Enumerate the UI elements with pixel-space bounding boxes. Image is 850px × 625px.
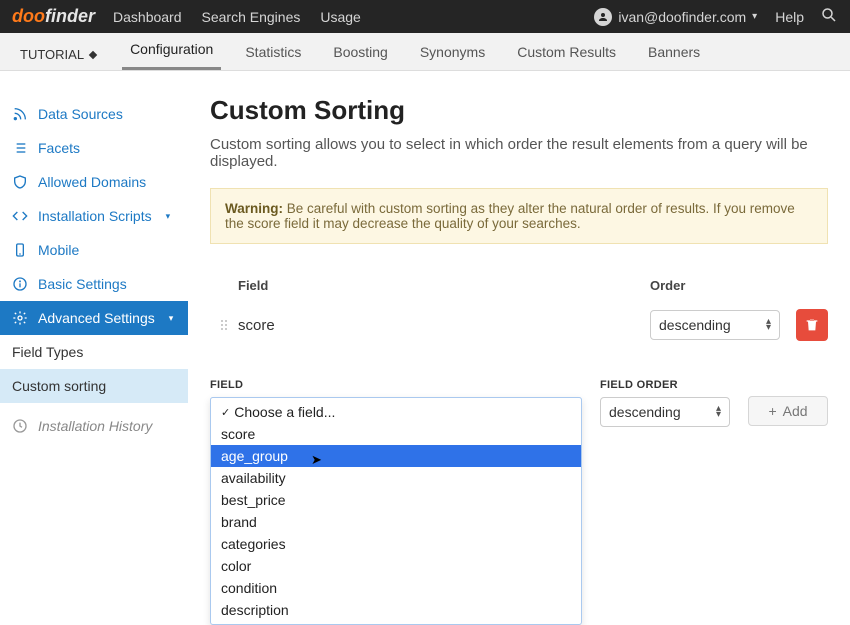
select-arrows-icon: ▴▾ <box>766 319 771 331</box>
drag-handle[interactable] <box>210 320 234 330</box>
chevron-down-icon: ▾ <box>169 313 174 324</box>
secondary-navbar: TUTORIAL Configuration Statistics Boosti… <box>0 33 850 71</box>
engine-selector[interactable]: TUTORIAL <box>12 39 104 70</box>
sidebar: Data Sources Facets Allowed Domains Inst… <box>0 71 188 443</box>
tab-configuration[interactable]: Configuration <box>122 31 221 70</box>
add-sort-form: FIELD Choose a field... score age_group … <box>210 379 828 427</box>
sidebar-item-label: Field Types <box>12 344 83 360</box>
warning-box: Warning: Be careful with custom sorting … <box>210 188 828 244</box>
tab-statistics[interactable]: Statistics <box>237 34 309 70</box>
shield-icon <box>12 174 28 190</box>
dropdown-option-description[interactable]: description <box>211 599 581 621</box>
delete-row-button[interactable] <box>796 309 828 341</box>
dropdown-option-age-group[interactable]: age_group <box>211 445 581 467</box>
field-label: FIELD <box>210 379 582 391</box>
sidebar-item-label: Custom sorting <box>12 378 106 394</box>
page-title: Custom Sorting <box>210 95 828 126</box>
tab-banners[interactable]: Banners <box>640 34 708 70</box>
sidebar-item-label: Advanced Settings <box>38 310 155 326</box>
sidebar-allowed-domains[interactable]: Allowed Domains <box>0 165 188 199</box>
sidebar-item-label: Mobile <box>38 242 79 258</box>
sidebar-item-label: Installation Scripts <box>38 208 152 224</box>
order-value: descending <box>609 404 681 420</box>
user-menu[interactable]: ivan@doofinder.com ▾ <box>594 8 757 26</box>
dropdown-option-brand[interactable]: brand <box>211 511 581 533</box>
sidebar-item-label: Allowed Domains <box>38 174 146 190</box>
dropdown-placeholder[interactable]: Choose a field... <box>211 401 581 423</box>
dropdown-option-color[interactable]: color <box>211 555 581 577</box>
diamond-icon <box>89 50 97 58</box>
dropdown-option-condition[interactable]: condition <box>211 577 581 599</box>
mobile-icon <box>12 242 28 258</box>
sidebar-sub-field-types[interactable]: Field Types <box>0 335 188 369</box>
sidebar-mobile[interactable]: Mobile <box>0 233 188 267</box>
row-order-value: descending <box>659 317 731 333</box>
sidebar-item-label: Facets <box>38 140 80 156</box>
field-dropdown-list: Choose a field... score age_group availa… <box>210 397 582 625</box>
order-select[interactable]: descending ▴▾ <box>600 397 730 427</box>
trash-icon <box>804 317 820 333</box>
field-dropdown[interactable]: Choose a field... score age_group availa… <box>210 397 582 427</box>
engine-name: TUTORIAL <box>20 47 84 62</box>
list-icon <box>12 140 28 156</box>
main-content: Custom Sorting Custom sorting allows you… <box>188 71 850 443</box>
chevron-down-icon: ▾ <box>752 11 757 22</box>
page-intro: Custom sorting allows you to select in w… <box>210 136 828 170</box>
brand-part-doo: doo <box>12 6 45 26</box>
row-order-select[interactable]: descending ▴▾ <box>650 310 780 340</box>
col-order-header: Order <box>650 278 780 293</box>
sidebar-item-label: Installation History <box>38 418 152 434</box>
row-field-value: score <box>234 317 650 334</box>
sidebar-item-label: Data Sources <box>38 106 123 122</box>
user-email: ivan@doofinder.com <box>618 9 746 25</box>
dropdown-option-score[interactable]: score <box>211 423 581 445</box>
sidebar-facets[interactable]: Facets <box>0 131 188 165</box>
chevron-down-icon: ▾ <box>166 211 171 222</box>
dropdown-option-availability[interactable]: availability <box>211 467 581 489</box>
sidebar-data-sources[interactable]: Data Sources <box>0 97 188 131</box>
code-icon <box>12 208 28 224</box>
search-icon[interactable] <box>820 6 838 27</box>
rss-icon <box>12 106 28 122</box>
brand-part-finder: finder <box>45 6 95 26</box>
sort-table-header: Field Order <box>210 270 828 301</box>
user-icon <box>594 8 612 26</box>
tab-synonyms[interactable]: Synonyms <box>412 34 493 70</box>
warning-text: Be careful with custom sorting as they a… <box>225 201 795 231</box>
col-field-header: Field <box>234 278 650 293</box>
warning-label: Warning: <box>225 201 283 216</box>
top-navbar: doofinder Dashboard Search Engines Usage… <box>0 0 850 33</box>
nav-dashboard[interactable]: Dashboard <box>113 9 182 25</box>
select-arrows-icon: ▴▾ <box>716 406 721 418</box>
tab-boosting[interactable]: Boosting <box>325 34 395 70</box>
clock-icon <box>12 418 28 434</box>
plus-icon: + <box>768 403 776 419</box>
sort-row: score descending ▴▾ <box>210 301 828 349</box>
add-button-label: Add <box>783 403 808 419</box>
dropdown-option-categories[interactable]: categories <box>211 533 581 555</box>
order-label: FIELD ORDER <box>600 379 730 391</box>
gear-icon <box>12 310 28 326</box>
sidebar-basic-settings[interactable]: Basic Settings <box>0 267 188 301</box>
help-link[interactable]: Help <box>775 9 804 25</box>
info-icon <box>12 276 28 292</box>
sidebar-sub-custom-sorting[interactable]: Custom sorting <box>0 369 188 403</box>
brand-logo[interactable]: doofinder <box>12 6 95 27</box>
dropdown-option-best-price[interactable]: best_price <box>211 489 581 511</box>
tab-custom-results[interactable]: Custom Results <box>509 34 624 70</box>
nav-search-engines[interactable]: Search Engines <box>202 9 301 25</box>
nav-usage[interactable]: Usage <box>320 9 360 25</box>
sidebar-installation-history[interactable]: Installation History <box>0 409 188 443</box>
add-button[interactable]: + Add <box>748 396 828 426</box>
sidebar-installation-scripts[interactable]: Installation Scripts ▾ <box>0 199 188 233</box>
sidebar-item-label: Basic Settings <box>38 276 127 292</box>
sidebar-advanced-settings[interactable]: Advanced Settings ▾ <box>0 301 188 335</box>
